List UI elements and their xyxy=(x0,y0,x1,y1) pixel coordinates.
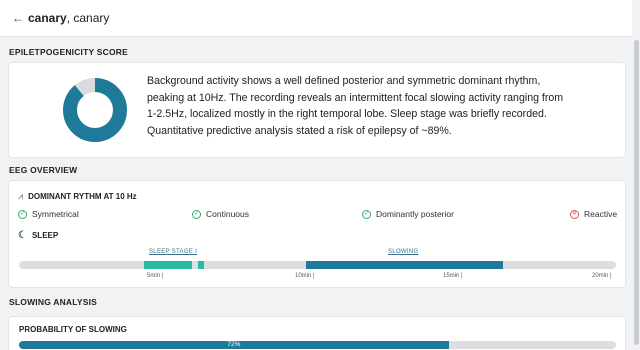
probability-bar: 72% xyxy=(19,341,616,349)
tick-5min: 5min | xyxy=(147,273,164,279)
eeg-section-title: EEG OVERVIEW xyxy=(9,165,78,175)
status-continuous: ✓ Continuous xyxy=(192,209,249,219)
patient-name-rest: , canary xyxy=(66,11,110,25)
moon-icon: ☾ xyxy=(18,230,27,241)
waveform-icon: ⩘ xyxy=(18,191,24,201)
arrow-left-icon[interactable]: ← xyxy=(12,11,26,25)
slowing-section-title: SLOWING ANALYSIS xyxy=(9,297,98,307)
tick-20min: 20min | xyxy=(592,273,612,279)
scrollbar-thumb[interactable] xyxy=(634,40,639,345)
tick-10min: 10min | xyxy=(295,273,315,279)
slowing-segment xyxy=(305,261,503,269)
score-line-2: peaking at 10Hz. The recording reveals a… xyxy=(147,91,564,104)
status-posterior-label: Dominantly posterior xyxy=(376,209,454,219)
top-bar: ← canary, canary xyxy=(0,0,632,37)
status-reactive-label: Reactive xyxy=(584,209,618,219)
dominant-rythm-row: ⩘ DOMINANT RYTHM AT 10 Hz xyxy=(18,191,137,202)
scrollbar[interactable] xyxy=(632,0,640,350)
score-card: Background activity shows a well defined… xyxy=(8,62,626,158)
sleep-segment xyxy=(144,261,193,269)
check-circle-icon: ✓ xyxy=(192,209,201,219)
patient-name-bold: canary xyxy=(28,11,67,25)
probability-title: PROBABILITY OF SLOWING xyxy=(19,325,127,334)
slowing-label[interactable]: SLOWING xyxy=(388,249,418,255)
status-symmetrical-label: Symmetrical xyxy=(32,209,79,219)
donut-risk-arc xyxy=(63,78,127,142)
score-line-3: 1-2.5Hz, localized mostly in the right t… xyxy=(147,108,547,120)
patient-name: canary, canary xyxy=(28,11,109,25)
check-circle-icon: ✓ xyxy=(362,209,371,219)
score-section-title: EPILETPOGENICITY SCORE xyxy=(9,47,129,57)
check-circle-icon: ✓ xyxy=(18,209,27,219)
eeg-timeline xyxy=(19,261,616,269)
status-symmetrical: ✓ Symmetrical xyxy=(18,209,79,219)
tick-15min: 15min | xyxy=(443,273,463,279)
status-posterior: ✓ Dominantly posterior xyxy=(362,209,454,219)
dominant-rythm-label: DOMINANT RYTHM AT 10 Hz xyxy=(28,192,137,201)
status-reactive: ✕ Reactive xyxy=(570,209,617,219)
eeg-card: ⩘ DOMINANT RYTHM AT 10 Hz ✓ Symmetrical … xyxy=(8,180,626,288)
score-line-4: Quantitative predictive analysis stated … xyxy=(147,124,452,137)
risk-donut-chart xyxy=(63,78,127,142)
sleep-row: ☾ SLEEP xyxy=(18,230,58,241)
sleep-stage-label[interactable]: SLEEP STAGE I xyxy=(149,249,197,255)
score-description: Background activity shows a well defined… xyxy=(147,73,587,139)
sleep-label: SLEEP xyxy=(31,231,59,240)
score-line-1: Background activity shows a well defined… xyxy=(147,75,541,87)
status-continuous-label: Continuous xyxy=(206,209,250,219)
slowing-card: PROBABILITY OF SLOWING 72% xyxy=(8,316,626,350)
probability-fill: 72% xyxy=(19,341,449,349)
sleep-segment xyxy=(198,261,205,269)
x-circle-icon: ✕ xyxy=(570,209,579,219)
